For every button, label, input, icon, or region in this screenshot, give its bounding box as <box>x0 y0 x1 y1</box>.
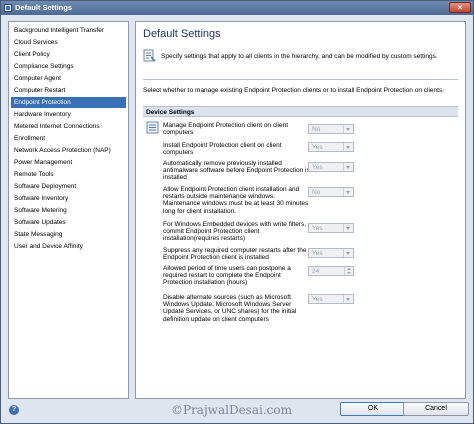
page-title: Default Settings <box>143 28 221 40</box>
spinner-value: 24 <box>312 268 320 275</box>
title-bar[interactable]: Default Settings × <box>1 1 473 15</box>
dropdown-value: Yes <box>312 164 323 171</box>
settings-content-panel: Default Settings Specify settings that a… <box>135 21 466 399</box>
dropdown-value: Yes <box>312 144 323 151</box>
chevron-down-icon <box>343 188 353 196</box>
sidebar-item-metered-internet-connections[interactable]: Metered Internet Connections <box>11 121 126 132</box>
sidebar-item-endpoint-protection[interactable]: Endpoint Protection <box>11 97 126 108</box>
chevron-down-icon <box>343 224 353 232</box>
suppress-restarts-dropdown[interactable]: Yes <box>308 248 354 258</box>
ok-button[interactable]: OK <box>340 402 406 416</box>
windows-embedded-dropdown[interactable]: Yes <box>308 223 354 233</box>
sidebar-item-remote-tools[interactable]: Remote Tools <box>11 169 126 180</box>
instructions-text: Select whether to manage existing Endpoi… <box>143 87 444 94</box>
disable-alternate-sources-dropdown[interactable]: Yes <box>308 294 354 304</box>
spinner-down-icon[interactable] <box>344 271 353 275</box>
setting-label-manage-client: Manage Endpoint Protection client on cli… <box>163 122 289 137</box>
setting-label-disable-alternate-sources: Disable alternate sources (such as Micro… <box>163 294 297 323</box>
close-icon: × <box>457 3 463 12</box>
chevron-down-icon <box>343 163 353 171</box>
sidebar-item-software-inventory[interactable]: Software Inventory <box>11 193 126 204</box>
chevron-down-icon <box>343 143 353 151</box>
settings-window: Default Settings × Background Intelligen… <box>0 0 474 424</box>
setting-label-allow-outside-maintenance: Allow Endpoint Protection client install… <box>163 186 309 215</box>
sidebar-item-software-metering[interactable]: Software Metering <box>11 205 126 216</box>
close-button[interactable]: × <box>449 2 471 13</box>
dropdown-value: Yes <box>312 296 323 303</box>
cancel-button[interactable]: Cancel <box>403 402 469 416</box>
window-title: Default Settings <box>15 3 73 12</box>
setting-label-suppress-restarts: Suppress any required computer restarts … <box>163 247 307 262</box>
dropdown-value: No <box>312 189 321 196</box>
dropdown-value: Yes <box>312 225 323 232</box>
setting-label-remove-antimalware: Automatically remove previously installe… <box>163 160 310 182</box>
sidebar-item-enrollment[interactable]: Enrollment <box>11 133 126 144</box>
sidebar-item-user-and-device-affinity[interactable]: User and Device Affinity <box>11 241 126 252</box>
sidebar-item-client-policy[interactable]: Client Policy <box>11 49 126 60</box>
sidebar-item-cloud-services[interactable]: Cloud Services <box>11 37 126 48</box>
manage-client-dropdown[interactable]: No <box>308 124 354 134</box>
sidebar-item-network-access-protection[interactable]: Network Access Protection (NAP) <box>11 145 126 156</box>
device-settings-icon <box>146 121 159 134</box>
sidebar-item-software-updates[interactable]: Software Updates <box>11 217 126 228</box>
setting-label-postpone-restart-hours: Allowed period of time users can postpon… <box>163 265 291 287</box>
settings-page-icon <box>143 49 156 62</box>
dropdown-value: No <box>312 126 321 133</box>
help-icon[interactable]: ? <box>9 405 19 415</box>
window-app-icon <box>4 4 12 12</box>
dropdown-value: Yes <box>312 250 323 257</box>
sidebar-item-computer-agent[interactable]: Computer Agent <box>11 73 126 84</box>
postpone-restart-hours-spinner[interactable]: 24 <box>308 266 354 276</box>
chevron-down-icon <box>343 295 353 303</box>
setting-label-windows-embedded: For Windows Embedded devices with write … <box>163 221 307 243</box>
install-client-dropdown[interactable]: Yes <box>308 142 354 152</box>
section-header-device-settings: Device Settings <box>143 106 458 117</box>
sidebar-item-hardware-inventory[interactable]: Hardware Inventory <box>11 109 126 120</box>
chevron-down-icon <box>343 249 353 257</box>
sidebar-item-software-deployment[interactable]: Software Deployment <box>11 181 126 192</box>
settings-category-list[interactable]: Background Intelligent Transfer Cloud Se… <box>8 21 129 399</box>
sidebar-item-computer-restart[interactable]: Computer Restart <box>11 85 126 96</box>
chevron-down-icon <box>343 125 353 133</box>
remove-antimalware-dropdown[interactable]: Yes <box>308 162 354 172</box>
allow-outside-maintenance-dropdown[interactable]: No <box>308 187 354 197</box>
sidebar-item-background-intelligent-transfer[interactable]: Background Intelligent Transfer <box>11 25 126 36</box>
sidebar-item-power-management[interactable]: Power Management <box>11 157 126 168</box>
watermark: ©PrajwalDesai.com <box>171 403 292 417</box>
header-divider <box>143 79 458 80</box>
sidebar-item-state-messaging[interactable]: State Messaging <box>11 229 126 240</box>
setting-label-install-client: Install Endpoint Protection client on cl… <box>163 142 282 157</box>
sidebar-item-compliance-settings[interactable]: Compliance Settings <box>11 61 126 72</box>
page-description: Specify settings that apply to all clien… <box>161 53 438 60</box>
